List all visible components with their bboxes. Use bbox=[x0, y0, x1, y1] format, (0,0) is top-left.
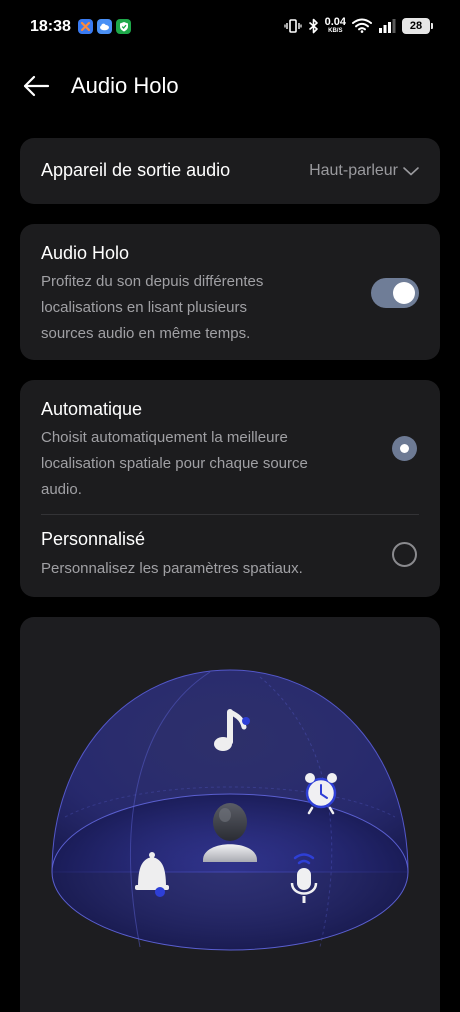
description-line: audio. bbox=[41, 481, 82, 498]
back-button[interactable] bbox=[18, 70, 54, 102]
radio-dot bbox=[400, 444, 409, 453]
wifi-icon bbox=[352, 18, 372, 33]
status-right-group: 0.04 KB/S 28 bbox=[283, 16, 433, 35]
spatial-audio-dome-illustration bbox=[51, 669, 409, 951]
audio-holo-card: Audio Holo Profitez du son depuis différ… bbox=[20, 224, 440, 360]
top-app-bar: Audio Holo bbox=[0, 60, 460, 112]
toggle-knob bbox=[393, 282, 415, 304]
mode-option-custom[interactable]: Personnalisé Personnalisez les paramètre… bbox=[20, 515, 440, 597]
bluetooth-icon bbox=[308, 18, 318, 33]
radio-automatic-selected[interactable] bbox=[392, 436, 417, 461]
output-device-value: Haut-parleur bbox=[309, 162, 398, 179]
description-line: localisation spatiale pour chaque source bbox=[41, 455, 308, 472]
spatial-audio-illustration-card bbox=[20, 617, 440, 1012]
signal-icon bbox=[379, 18, 396, 33]
audio-holo-toggle[interactable] bbox=[371, 278, 419, 308]
shield-notification-icon bbox=[116, 19, 131, 34]
mode-description: Choisit automatiquement la meilleure loc… bbox=[41, 425, 308, 503]
audio-holo-title: Audio Holo bbox=[41, 243, 130, 263]
cloud-notification-icon bbox=[97, 19, 112, 34]
vibrate-icon bbox=[283, 18, 302, 33]
network-speed: 0.04 KB/S bbox=[324, 16, 346, 35]
back-arrow-icon bbox=[23, 75, 50, 97]
notification-icons bbox=[78, 19, 131, 34]
description-line: Profitez du son depuis différentes bbox=[41, 273, 264, 290]
output-device-selector[interactable]: Haut-parleur bbox=[309, 162, 420, 180]
network-speed-unit: KB/S bbox=[328, 28, 343, 34]
status-bar: 18:38 0.04 KB/S 28 bbox=[0, 0, 460, 56]
spatial-mode-card: Automatique Choisit automatiquement la m… bbox=[20, 380, 440, 597]
description-line: localisations en lisant plusieurs bbox=[41, 299, 247, 316]
mode-title: Automatique bbox=[41, 399, 143, 419]
chevron-down-icon bbox=[403, 167, 419, 176]
mode-title: Personnalisé bbox=[41, 529, 146, 549]
status-time: 18:38 bbox=[30, 18, 71, 35]
description-line: sources audio en même temps. bbox=[41, 325, 251, 342]
description-line: Personnalisez les paramètres spatiaux. bbox=[41, 560, 303, 577]
page-title: Audio Holo bbox=[71, 73, 179, 98]
output-device-label: Appareil de sortie audio bbox=[41, 160, 231, 180]
audio-holo-description: Profitez du son depuis différentes local… bbox=[41, 269, 263, 347]
audio-output-device-row[interactable]: Appareil de sortie audio Haut-parleur bbox=[20, 138, 440, 204]
network-speed-value: 0.04 bbox=[324, 16, 346, 28]
mode-option-automatic[interactable]: Automatique Choisit automatiquement la m… bbox=[20, 380, 440, 514]
battery-indicator: 28 bbox=[402, 17, 433, 34]
radio-custom-unselected[interactable] bbox=[392, 542, 417, 567]
mode-description: Personnalisez les paramètres spatiaux. bbox=[41, 556, 303, 582]
description-line: Choisit automatiquement la meilleure bbox=[41, 429, 288, 446]
app-notification-icon bbox=[78, 19, 93, 34]
